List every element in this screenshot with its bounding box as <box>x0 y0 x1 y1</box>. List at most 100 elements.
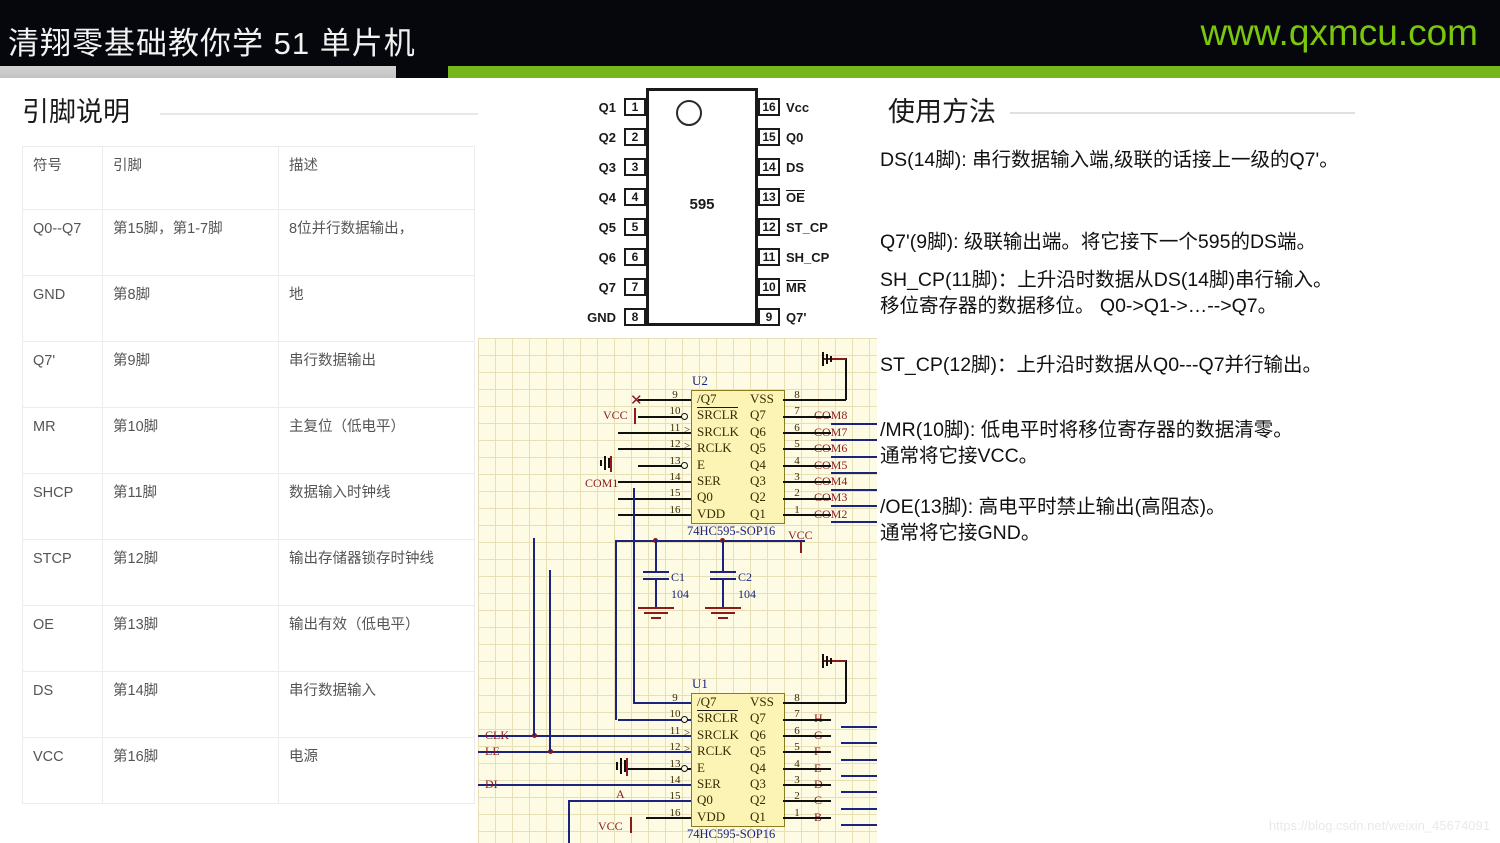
inverter-bubble-icon <box>681 765 688 772</box>
wire <box>630 817 632 833</box>
wire <box>478 735 691 737</box>
wire <box>615 540 617 720</box>
chip-u2-ref: U2 <box>692 373 708 388</box>
pin-name-left: Q3 <box>598 160 616 175</box>
pin-function-left: SRCLR <box>697 407 739 423</box>
table-row: VCC 第16脚 电源 <box>22 737 475 804</box>
cell-desc: 输出存储器锁存时钟线 <box>278 539 475 606</box>
wire <box>634 408 636 424</box>
gnd-icon <box>600 460 602 466</box>
wire <box>783 817 831 819</box>
gnd-icon <box>822 352 824 366</box>
watermark: https://blog.csdn.net/weixin_45674091 <box>1268 818 1490 833</box>
pin-number-left: 1 <box>624 98 646 116</box>
clock-arrow-icon: > <box>684 743 691 755</box>
wire <box>568 800 570 843</box>
capacitor-c2-ref: C2 <box>738 570 753 584</box>
table-row: SHCP 第11脚 数据输入时钟线 <box>22 473 475 540</box>
pin-number-left: 8 <box>624 308 646 326</box>
pin-name-left: Q7 <box>598 280 616 295</box>
wire <box>615 540 805 542</box>
gnd-icon <box>620 758 622 774</box>
table-row: MR 第10脚 主复位（低电平） <box>22 407 475 474</box>
pin-number-left: 3 <box>624 158 646 176</box>
inverter-bubble-icon <box>681 413 688 420</box>
pin-function-left: SRCLR <box>697 710 739 726</box>
pin-function-right: Q4 <box>750 456 766 472</box>
cell-symbol: VCC <box>22 737 103 804</box>
cell-desc: 数据输入时钟线 <box>278 473 475 540</box>
wire <box>638 399 691 401</box>
no-connect-icon: ✕ <box>630 393 643 409</box>
wire <box>783 735 831 737</box>
wire <box>831 439 877 441</box>
wire <box>841 791 877 793</box>
pin-number-left: 4 <box>624 188 646 206</box>
wire <box>831 505 877 507</box>
gnd-icon <box>616 762 618 770</box>
table-header-row: 符号 引脚 描述 <box>22 146 475 210</box>
wire <box>841 824 877 826</box>
cell-pin: 第12脚 <box>102 539 279 606</box>
wire <box>841 775 877 777</box>
ic-pinout-diagram: 595 1 Q1 2 Q2 3 Q3 4 Q4 5 Q5 6 Q6 7 Q7 8 GND 16 Vcc 15 Q0 14… <box>578 86 840 336</box>
header-website-url: www.qxmcu.com <box>1200 12 1478 53</box>
wire <box>549 570 551 752</box>
pin-name-left: Q4 <box>598 190 616 205</box>
wire <box>783 800 831 802</box>
chip-u1-ref: U1 <box>692 676 708 691</box>
pin-description-table: 符号 引脚 描述 Q0--Q7 第15脚，第1-7脚 8位并行数据输出， GND 第8脚地 Q7… <box>22 146 475 804</box>
pin-name-right: Vcc <box>786 100 810 115</box>
pin-function-right: Q6 <box>750 423 766 439</box>
wire <box>655 540 657 571</box>
inverter-bubble-icon <box>681 716 688 723</box>
table-header-cell: 引脚 <box>102 146 279 210</box>
wire <box>618 432 691 434</box>
wire <box>783 514 831 516</box>
wire <box>783 481 831 483</box>
pin-function-right: Q7 <box>750 407 766 423</box>
wire <box>626 758 628 776</box>
gnd-icon <box>705 607 741 609</box>
cell-pin: 第10脚 <box>102 407 279 474</box>
usage-item: SH_CP(11脚)：上升沿时数据从DS(14脚)串行输入。 移位寄存器的数据移… <box>880 269 1333 317</box>
gnd-icon <box>826 354 828 364</box>
pin-function-right: Q6 <box>750 726 766 742</box>
cell-symbol: DS <box>22 671 103 738</box>
pin-number-right: 14 <box>758 158 780 176</box>
wire <box>783 751 831 753</box>
cell-pin: 第15脚，第1-7脚 <box>102 209 279 276</box>
usage-item: ST_CP(12脚)：上升沿时数据从Q0---Q7并行输出。 <box>880 354 1323 376</box>
header-title: 清翔零基础教你学 51 单片机 <box>8 26 416 61</box>
net-label-di: DI <box>485 777 498 791</box>
page-header: 清翔零基础教你学 51 单片机 www.qxmcu.com <box>0 0 1500 66</box>
cell-desc: 8位并行数据输出， <box>278 209 475 276</box>
usage-item: DS(14脚): 串行数据输入端,级联的话接上一级的Q7'。 <box>880 149 1339 171</box>
clock-arrow-icon: > <box>684 440 691 452</box>
pin-name-right: OE <box>786 190 805 205</box>
pin-function-left: SER <box>697 776 721 791</box>
pin-name-left: Q2 <box>598 130 616 145</box>
wire <box>655 579 657 607</box>
pin-function-left: /Q7 <box>697 391 717 406</box>
cell-desc: 电源 <box>278 737 475 804</box>
cell-symbol: SHCP <box>22 473 103 540</box>
header-rule-green <box>448 66 1500 78</box>
table-row: GND 第8脚地 <box>22 275 475 342</box>
cell-desc: 输出有效（低电平） <box>278 605 475 672</box>
cell-desc: 串行数据输出 <box>278 341 475 408</box>
pin-function-right: Q3 <box>750 776 766 791</box>
header-rule-gray <box>0 66 396 78</box>
schematic-diagram: U2 74HC595-SOP16 9/Q78VSS10SRCLR7Q7COM81… <box>478 338 877 843</box>
wire <box>568 800 691 802</box>
cell-symbol: MR <box>22 407 103 474</box>
wire <box>831 423 877 425</box>
net-label-clk: CLK <box>485 728 509 742</box>
cell-symbol: GND <box>22 275 103 342</box>
pin-function-left: VDD <box>697 505 726 521</box>
wire <box>831 489 877 491</box>
pin-name-right: DS <box>786 160 805 175</box>
usage-title-rule <box>1010 112 1355 114</box>
table-row: STCP 第12脚 输出存储器锁存时钟线 <box>22 539 475 606</box>
wire <box>722 579 724 607</box>
